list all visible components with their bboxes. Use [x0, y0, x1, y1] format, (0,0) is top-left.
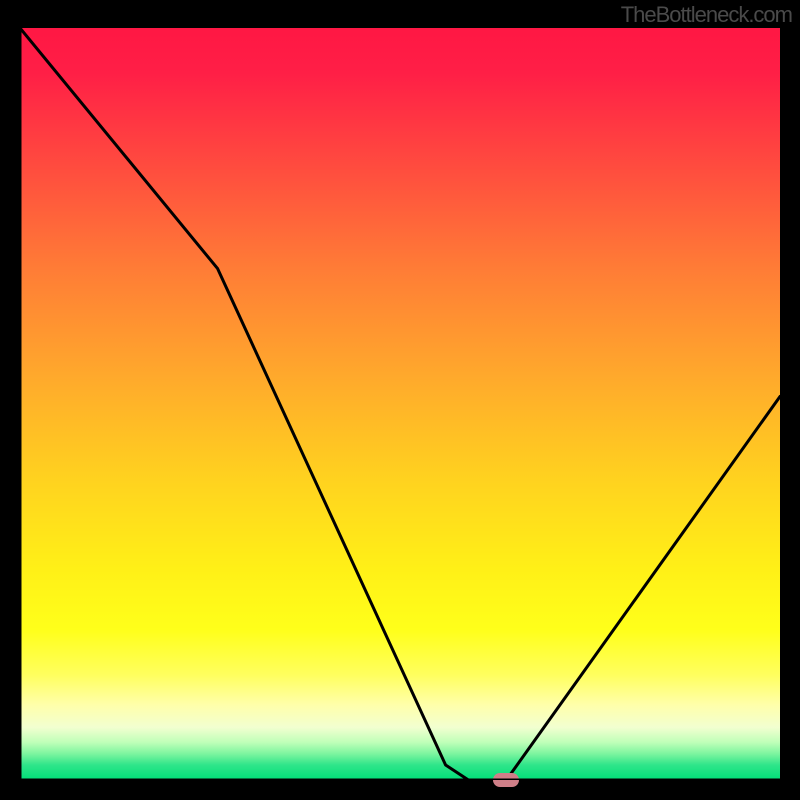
chart-container: TheBottleneck.com	[0, 0, 800, 800]
curve-layer	[20, 28, 780, 780]
optimum-marker	[493, 773, 519, 787]
bottleneck-curve	[20, 28, 780, 780]
axes-area	[20, 28, 780, 780]
attribution-label: TheBottleneck.com	[621, 2, 792, 28]
